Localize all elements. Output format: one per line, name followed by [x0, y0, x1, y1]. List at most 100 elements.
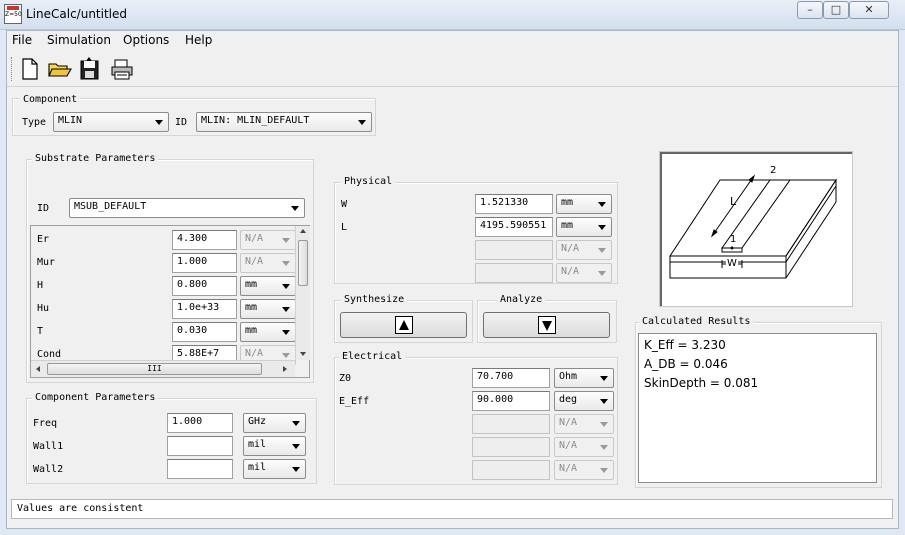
- substrate-id-label: ID: [37, 203, 50, 214]
- horizontal-scrollbar[interactable]: III: [31, 360, 295, 377]
- unit-select[interactable]: mm: [240, 276, 296, 296]
- substrate-title: Substrate Parameters: [32, 153, 159, 164]
- menu-file[interactable]: File: [12, 33, 32, 47]
- scroll-left-icon[interactable]: [36, 366, 40, 372]
- analyze-button[interactable]: [483, 312, 610, 338]
- unit-select: N/A: [240, 230, 296, 250]
- param-label: Hu: [37, 303, 50, 314]
- menu-help[interactable]: Help: [185, 33, 212, 47]
- width-label: W: [726, 258, 738, 269]
- param-value-field[interactable]: 1.000: [167, 413, 233, 433]
- window-title: LineCalc/untitled: [26, 7, 128, 21]
- vertical-scroll-thumb[interactable]: [298, 240, 308, 286]
- unit-value: N/A: [559, 463, 578, 474]
- synthesize-button[interactable]: [340, 312, 467, 338]
- chevron-down-icon: [600, 376, 608, 381]
- component-id-select[interactable]: MLIN: MLIN_DEFAULT: [196, 112, 372, 132]
- scroll-up-icon[interactable]: [300, 229, 306, 233]
- chevron-down-icon: [282, 261, 290, 266]
- chevron-down-icon: [282, 238, 290, 243]
- unit-value: mm: [245, 279, 258, 290]
- results-title: Calculated Results: [639, 316, 754, 327]
- maximize-button[interactable]: □: [823, 1, 849, 19]
- unit-select[interactable]: Ohm: [554, 368, 614, 388]
- unit-select[interactable]: deg: [554, 391, 614, 411]
- physical-title: Physical: [341, 176, 396, 187]
- param-value-field[interactable]: 4195.590551: [475, 217, 553, 237]
- chevron-down-icon: [600, 399, 608, 404]
- unit-select[interactable]: mm: [556, 217, 612, 237]
- analyze-icon: [537, 316, 556, 334]
- menu-options[interactable]: Options: [123, 33, 169, 47]
- unit-value: mil: [248, 462, 267, 473]
- print-icon[interactable]: [109, 56, 135, 82]
- unit-value: N/A: [561, 266, 580, 277]
- unit-value: mm: [245, 325, 258, 336]
- type-label: Type: [22, 117, 47, 128]
- param-value-field: [472, 437, 550, 457]
- chevron-down-icon: [291, 206, 299, 211]
- scroll-right-icon[interactable]: [283, 366, 287, 372]
- unit-select: N/A: [554, 460, 614, 480]
- unit-select[interactable]: mm: [556, 194, 612, 214]
- new-file-icon[interactable]: [17, 56, 43, 82]
- param-value-field[interactable]: 90.000: [472, 391, 550, 411]
- unit-select[interactable]: mil: [243, 436, 306, 456]
- open-folder-icon[interactable]: [47, 56, 73, 82]
- param-value-field[interactable]: 1.0e+33: [172, 299, 237, 319]
- scroll-down-icon[interactable]: [300, 352, 306, 356]
- horizontal-scroll-thumb[interactable]: III: [47, 363, 262, 375]
- result-line: SkinDepth = 0.081: [644, 376, 759, 390]
- minimize-button[interactable]: –: [797, 1, 823, 19]
- unit-value: N/A: [245, 348, 264, 359]
- component-title: Component: [20, 94, 81, 105]
- chevron-down-icon: [600, 468, 608, 473]
- results-text-area[interactable]: K_Eff = 3.230 A_DB = 0.046 SkinDepth = 0…: [638, 333, 877, 483]
- param-label: L: [341, 222, 348, 233]
- param-value-field[interactable]: 1.521330: [475, 194, 553, 214]
- substrate-id-select[interactable]: MSUB_DEFAULT: [69, 198, 305, 218]
- port2-label: 2: [770, 165, 777, 176]
- unit-value: N/A: [559, 417, 578, 428]
- synthesize-title: Synthesize: [341, 294, 408, 305]
- unit-value: N/A: [245, 256, 264, 267]
- unit-select: N/A: [554, 437, 614, 457]
- chevron-down-icon: [358, 120, 366, 125]
- unit-select[interactable]: GHz: [243, 413, 306, 433]
- unit-value: mil: [248, 439, 267, 450]
- unit-value: deg: [559, 394, 578, 405]
- menu-simulation[interactable]: Simulation: [47, 33, 111, 47]
- param-label: Z0: [339, 373, 352, 384]
- substrate-params-scroll-area: Er 4.300 N/A Mur 1.000 N/A H 0.800 mm Hu 1.0e+33 mm…: [30, 225, 310, 378]
- chevron-down-icon: [282, 307, 290, 312]
- unit-select: N/A: [556, 240, 612, 260]
- unit-select: N/A: [554, 414, 614, 434]
- param-value-field[interactable]: 0.800: [172, 276, 237, 296]
- port1-label: 1: [730, 234, 737, 245]
- param-label: H: [37, 280, 44, 291]
- unit-select: N/A: [240, 253, 296, 273]
- param-value-field[interactable]: [167, 459, 233, 479]
- param-value-field[interactable]: 0.030: [172, 322, 237, 342]
- synthesize-icon: [394, 316, 413, 334]
- unit-value: N/A: [245, 233, 264, 244]
- param-value-field[interactable]: 4.300: [172, 230, 237, 250]
- unit-select[interactable]: mm: [240, 299, 296, 319]
- electrical-title: Electrical: [339, 351, 406, 362]
- param-value-field[interactable]: 70.700: [472, 368, 550, 388]
- param-value-field[interactable]: 1.000: [172, 253, 237, 273]
- param-label: E_Eff: [339, 396, 370, 407]
- type-select[interactable]: MLIN: [53, 112, 169, 132]
- param-label: Wall1: [33, 441, 64, 452]
- close-button[interactable]: ✕: [849, 1, 889, 19]
- unit-select[interactable]: mil: [243, 459, 306, 479]
- param-value-field[interactable]: [167, 436, 233, 456]
- vertical-scrollbar[interactable]: [295, 226, 310, 360]
- unit-select[interactable]: mm: [240, 322, 296, 342]
- param-value-field: [475, 240, 553, 260]
- save-disk-icon[interactable]: [77, 56, 103, 82]
- result-line: K_Eff = 3.230: [644, 338, 726, 352]
- result-line: A_DB = 0.046: [644, 357, 728, 371]
- chevron-down-icon: [292, 421, 300, 426]
- chevron-down-icon: [292, 444, 300, 449]
